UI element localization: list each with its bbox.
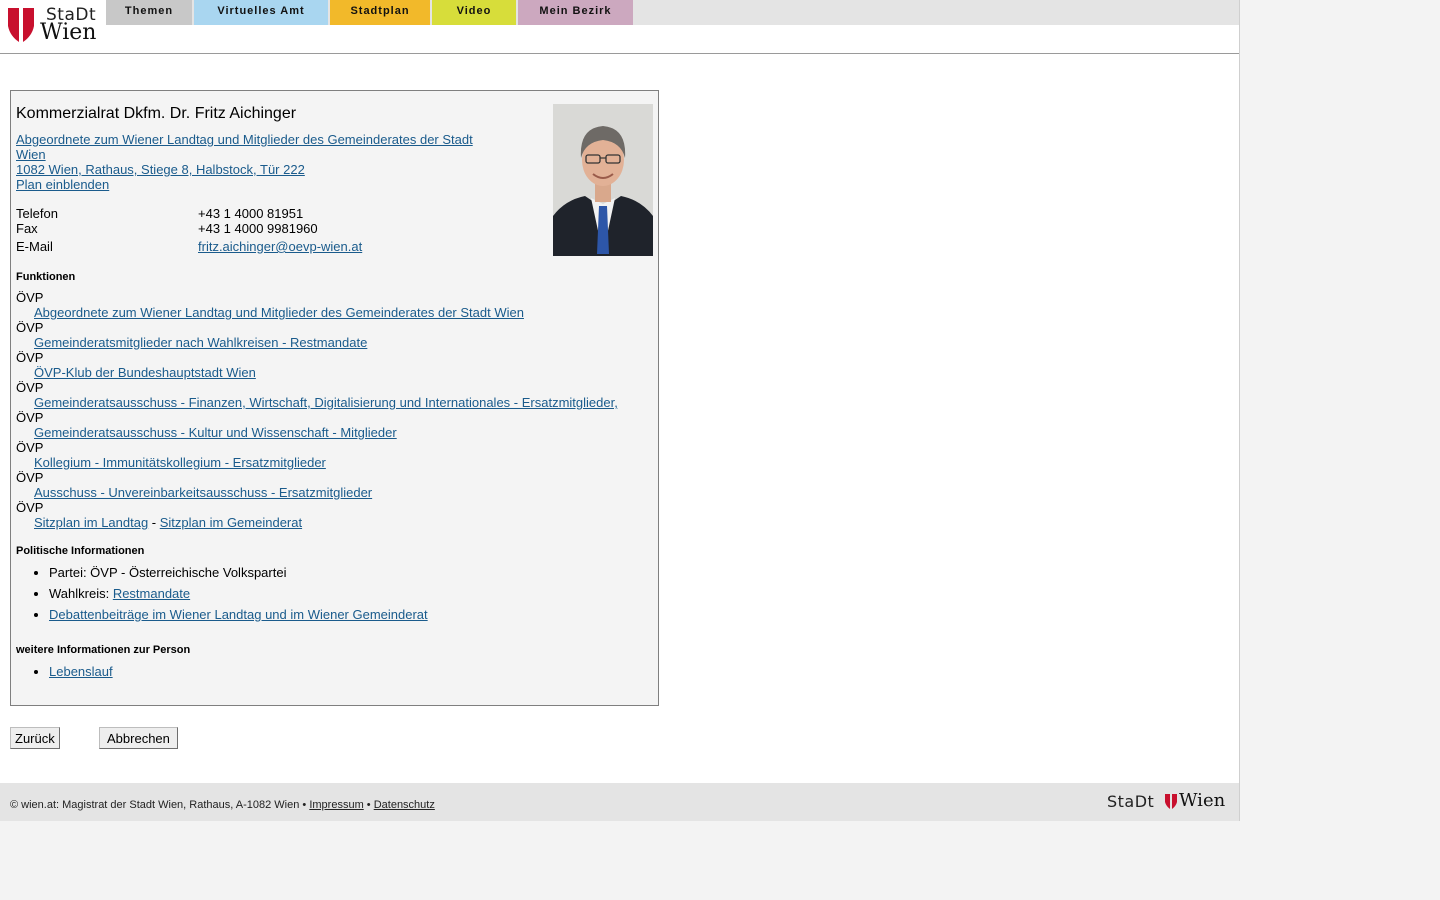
function-party: ÖVP [16, 410, 44, 425]
district-link[interactable]: Restmandate [113, 586, 190, 601]
debates-link[interactable]: Debattenbeiträge im Wiener Landtag und i… [49, 607, 428, 622]
footer-logo-stadt: StaDt [1107, 792, 1155, 811]
function-item: ÖVP Gemeinderatsausschuss - Finanzen, Wi… [16, 380, 636, 410]
function-link[interactable]: Abgeordnete zum Wiener Landtag und Mitgl… [16, 305, 636, 320]
vienna-shield-small-icon [1165, 794, 1177, 809]
phone-value: +43 1 4000 81951 [198, 206, 304, 221]
footer-separator: • [363, 799, 374, 811]
seating-plan-separator: - [148, 515, 160, 530]
show-plan-link[interactable]: Plan einblenden [16, 177, 496, 192]
function-item: ÖVP Gemeinderatsmitglieder nach Wahlkrei… [16, 320, 636, 350]
seating-plan-links: Sitzplan im Landtag - Sitzplan im Gemein… [16, 515, 636, 530]
fax-value: +43 1 4000 9981960 [198, 221, 318, 236]
function-party: ÖVP [16, 440, 44, 455]
page: StaDt Wien Themen Virtuelles Amt Stadtpl… [0, 0, 1240, 821]
role-line-2: Wien [16, 147, 46, 162]
seating-plan-item: ÖVP Sitzplan im Landtag - Sitzplan im Ge… [16, 500, 636, 530]
portrait-image [553, 104, 653, 256]
function-link[interactable]: Gemeinderatsmitglieder nach Wahlkreisen … [16, 335, 636, 350]
function-item: ÖVP ÖVP-Klub der Bundeshauptstadt Wien [16, 350, 636, 380]
impressum-link[interactable]: Impressum [309, 799, 363, 811]
function-link[interactable]: Kollegium - Immunitätskollegium - Ersatz… [16, 455, 636, 470]
tab-themen[interactable]: Themen [106, 0, 192, 25]
cv-link[interactable]: Lebenslauf [49, 664, 113, 679]
person-photo [553, 104, 653, 256]
email-link[interactable]: fritz.aichinger@oevp-wien.at [198, 239, 362, 254]
footer-logo[interactable]: StaDt Wien [1107, 790, 1231, 812]
cancel-button[interactable]: Abbrechen [99, 727, 178, 749]
function-party: ÖVP [16, 290, 44, 305]
more-info-title: weitere Informationen zur Person [16, 644, 191, 656]
function-party: ÖVP [16, 350, 44, 365]
email-label: E-Mail [16, 239, 53, 254]
role-line-1: Abgeordnete zum Wiener Landtag und Mitgl… [16, 132, 473, 147]
header: StaDt Wien Themen Virtuelles Amt Stadtpl… [0, 0, 1239, 54]
email-row: E-Mail fritz.aichinger@oevp-wien.at [16, 239, 536, 255]
function-party: ÖVP [16, 380, 44, 395]
functions-title: Funktionen [16, 271, 76, 283]
function-link[interactable]: Ausschuss - Unvereinbarkeitsausschuss - … [16, 485, 636, 500]
function-item: ÖVP Abgeordnete zum Wiener Landtag und M… [16, 290, 636, 320]
tab-virtuelles-amt[interactable]: Virtuelles Amt [194, 0, 328, 25]
fax-row: Fax +43 1 4000 9981960 [16, 221, 536, 237]
function-link[interactable]: Gemeinderatsausschuss - Kultur und Wisse… [16, 425, 636, 440]
tab-video[interactable]: Video [432, 0, 516, 25]
footer-text: © wien.at: Magistrat der Stadt Wien, Rat… [10, 799, 435, 811]
function-item: ÖVP Gemeinderatsausschuss - Kultur und W… [16, 410, 636, 440]
tab-stadtplan[interactable]: Stadtplan [330, 0, 430, 25]
cv-item: Lebenslauf [49, 664, 113, 679]
political-info-title: Politische Informationen [16, 545, 145, 557]
phone-row: Telefon +43 1 4000 81951 [16, 206, 536, 222]
person-profile: Kommerzialrat Dkfm. Dr. Fritz Aichinger … [10, 90, 659, 706]
fax-label: Fax [16, 221, 38, 236]
footer-logo-wien: Wien [1179, 790, 1226, 811]
person-name: Kommerzialrat Dkfm. Dr. Fritz Aichinger [16, 105, 297, 122]
function-link[interactable]: Gemeinderatsausschuss - Finanzen, Wirtsc… [16, 395, 636, 410]
main-navigation: Themen Virtuelles Amt Stadtplan Video Me… [106, 0, 1239, 25]
function-item: ÖVP Kollegium - Immunitätskollegium - Er… [16, 440, 636, 470]
phone-label: Telefon [16, 206, 58, 221]
function-link[interactable]: ÖVP-Klub der Bundeshauptstadt Wien [16, 365, 636, 380]
function-party: ÖVP [16, 320, 44, 335]
footer: © wien.at: Magistrat der Stadt Wien, Rat… [0, 783, 1239, 821]
back-button[interactable]: Zurück [10, 727, 60, 749]
party-item: Partei: ÖVP - Österreichische Volksparte… [49, 565, 428, 586]
district-label: Wahlkreis: [49, 586, 113, 601]
tab-mein-bezirk[interactable]: Mein Bezirk [518, 0, 633, 25]
logo-wien-text: Wien [40, 20, 97, 45]
seating-plan-landtag-link[interactable]: Sitzplan im Landtag [34, 515, 148, 530]
copyright-text: © wien.at: Magistrat der Stadt Wien, Rat… [10, 799, 310, 811]
function-item: ÖVP Ausschuss - Unvereinbarkeitsausschus… [16, 470, 636, 500]
address-link[interactable]: 1082 Wien, Rathaus, Stiege 8, Halbstock,… [16, 162, 496, 177]
vienna-shield-icon [8, 8, 34, 42]
debates-item: Debattenbeiträge im Wiener Landtag und i… [49, 607, 428, 628]
more-info-list: Lebenslauf [16, 664, 113, 679]
stadt-wien-logo[interactable]: StaDt Wien [6, 5, 102, 45]
datenschutz-link[interactable]: Datenschutz [374, 799, 435, 811]
district-item: Wahlkreis: Restmandate [49, 586, 428, 607]
function-party: ÖVP [16, 500, 44, 515]
seating-plan-gemeinderat-link[interactable]: Sitzplan im Gemeinderat [160, 515, 302, 530]
role-link[interactable]: Abgeordnete zum Wiener Landtag und Mitgl… [16, 132, 496, 162]
political-info-list: Partei: ÖVP - Österreichische Volksparte… [16, 565, 428, 628]
function-party: ÖVP [16, 470, 44, 485]
